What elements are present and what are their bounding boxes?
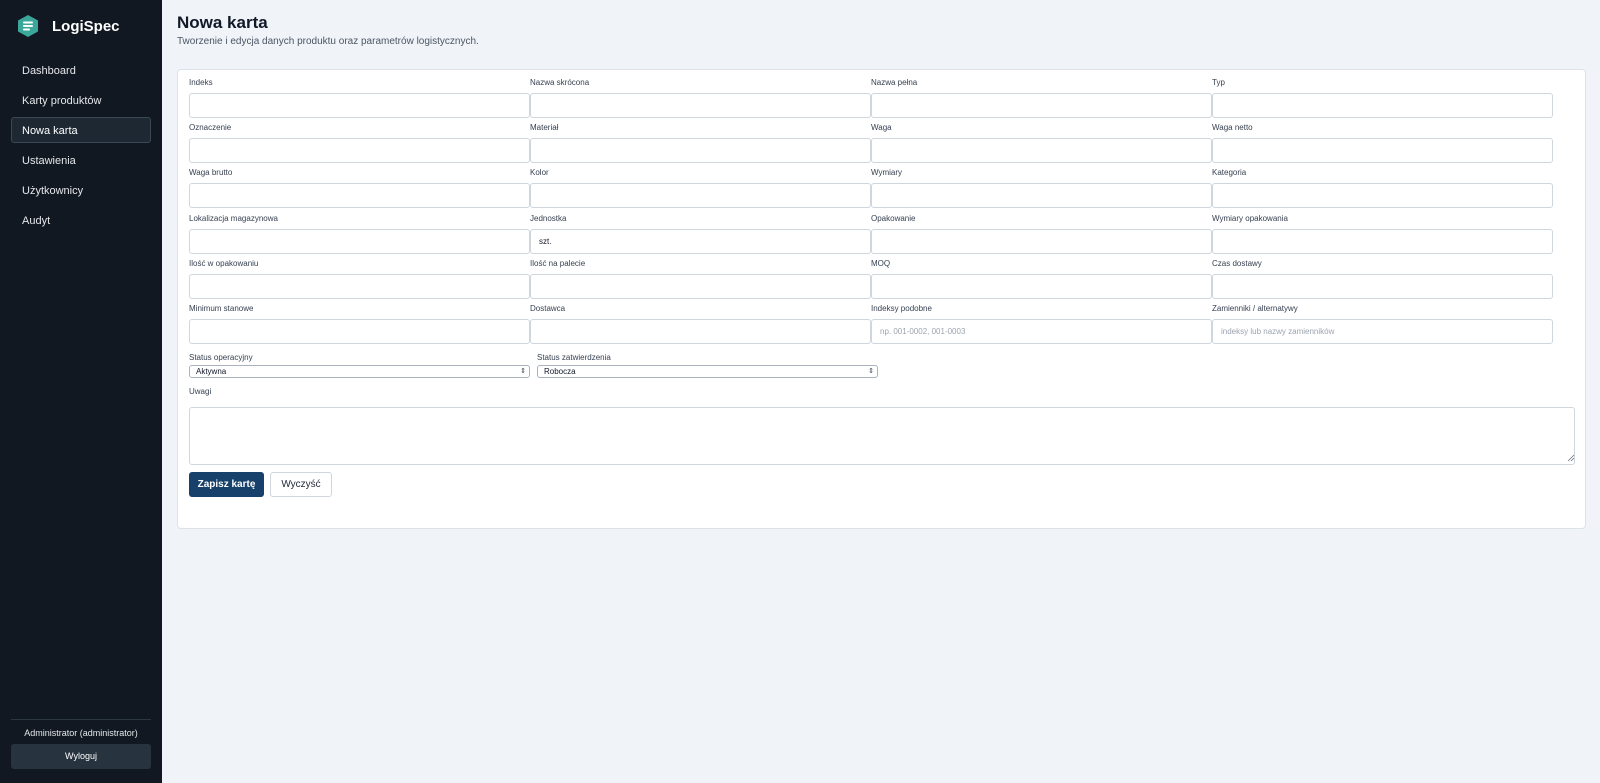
- indeks-input[interactable]: [189, 93, 530, 118]
- ilosc-na-palecie-input[interactable]: [530, 274, 871, 299]
- dostawca-input[interactable]: [530, 319, 871, 344]
- indeks-label: Indeks: [189, 78, 213, 87]
- waga-netto-label: Waga netto: [1212, 123, 1253, 132]
- opakowanie-label: Opakowanie: [871, 214, 916, 223]
- uwagi-textarea[interactable]: [189, 407, 1575, 465]
- sidebar-item-uzytkownicy[interactable]: Użytkownicy: [11, 177, 151, 203]
- minimum-stanowe-input[interactable]: [189, 319, 530, 344]
- status-zatwierdzenia-value: Robocza: [544, 367, 576, 376]
- kategoria-label: Kategoria: [1212, 168, 1247, 177]
- waga-brutto-input[interactable]: [189, 183, 530, 208]
- material-label: Materiał: [530, 123, 559, 132]
- select-arrows-icon: ⇕: [868, 368, 874, 375]
- page-subtitle: Tworzenie i edycja danych produktu oraz …: [177, 36, 479, 47]
- nazwa-skrocona-label: Nazwa skrócona: [530, 78, 590, 87]
- ilosc-w-opakowaniu-label: Ilość w opakowaniu: [189, 259, 259, 268]
- czas-dostawy-input[interactable]: [1212, 274, 1553, 299]
- typ-label: Typ: [1212, 78, 1225, 87]
- sidebar: LogiSpec Dashboard Karty produktów Nowa …: [0, 0, 162, 783]
- sidebar-item-ustawienia[interactable]: Ustawienia: [11, 147, 151, 173]
- zamienniki-alternatywy-label: Zamienniki / alternatywy: [1212, 304, 1298, 313]
- page-title: Nowa karta: [177, 13, 268, 32]
- kolor-label: Kolor: [530, 168, 549, 177]
- sidebar-item-nowa-karta[interactable]: Nowa karta: [11, 117, 151, 143]
- sidebar-item-karty-produktow[interactable]: Karty produktów: [11, 87, 151, 113]
- lokalizacja-magazynowa-label: Lokalizacja magazynowa: [189, 214, 278, 223]
- oznaczenie-label: Oznaczenie: [189, 123, 232, 132]
- waga-netto-input[interactable]: [1212, 138, 1553, 163]
- nazwa-pelna-label: Nazwa pełna: [871, 78, 918, 87]
- sidebar-item-audyt[interactable]: Audyt: [11, 207, 151, 233]
- material-input[interactable]: [530, 138, 871, 163]
- minimum-stanowe-label: Minimum stanowe: [189, 304, 254, 313]
- logout-button[interactable]: Wyloguj: [11, 744, 151, 769]
- app-name: LogiSpec: [52, 17, 120, 35]
- lokalizacja-magazynowa-input[interactable]: [189, 229, 530, 254]
- kolor-input[interactable]: [530, 183, 871, 208]
- ilosc-w-opakowaniu-input[interactable]: [189, 274, 530, 299]
- save-card-button[interactable]: Zapisz kartę: [189, 472, 264, 497]
- kategoria-input[interactable]: [1212, 183, 1553, 208]
- wymiary-input[interactable]: [871, 183, 1212, 208]
- moq-input[interactable]: [871, 274, 1212, 299]
- moq-label: MOQ: [871, 259, 891, 268]
- uwagi-label: Uwagi: [189, 387, 212, 396]
- sidebar-divider: [11, 719, 151, 720]
- dostawca-label: Dostawca: [530, 304, 566, 313]
- status-operacyjny-value: Aktywna: [196, 367, 227, 376]
- status-operacyjny-label: Status operacyjny: [189, 353, 253, 362]
- current-user-label: Administrator (administrator): [24, 728, 138, 738]
- czas-dostawy-label: Czas dostawy: [1212, 259, 1262, 268]
- status-operacyjny-select[interactable]: Aktywna ⇕: [189, 365, 530, 378]
- indeksy-podobne-label: Indeksy podobne: [871, 304, 932, 313]
- status-zatwierdzenia-label: Status zatwierdzenia: [537, 353, 611, 362]
- zamienniki-alternatywy-input[interactable]: [1212, 319, 1553, 344]
- select-arrows-icon: ⇕: [520, 368, 526, 375]
- opakowanie-input[interactable]: [871, 229, 1212, 254]
- sidebar-item-dashboard[interactable]: Dashboard: [11, 57, 151, 83]
- wymiary-label: Wymiary: [871, 168, 903, 177]
- waga-input[interactable]: [871, 138, 1212, 163]
- status-zatwierdzenia-select[interactable]: Robocza ⇕: [537, 365, 878, 378]
- wymiary-opakowania-label: Wymiary opakowania: [1212, 214, 1288, 223]
- main-content: Nowa karta Tworzenie i edycja danych pro…: [162, 0, 1600, 783]
- nazwa-skrocona-input[interactable]: [530, 93, 871, 118]
- indeksy-podobne-input[interactable]: [871, 319, 1212, 344]
- logispec-logo-icon: [18, 15, 38, 37]
- sidebar-nav: Dashboard Karty produktów Nowa karta Ust…: [11, 57, 151, 237]
- waga-label: Waga: [871, 123, 892, 132]
- wymiary-opakowania-input[interactable]: [1212, 229, 1553, 254]
- resize-grip-icon[interactable]: [1567, 454, 1575, 462]
- clear-button[interactable]: Wyczyść: [270, 472, 332, 497]
- ilosc-na-palecie-label: Ilość na palecie: [530, 259, 586, 268]
- brand[interactable]: LogiSpec: [16, 14, 120, 38]
- waga-brutto-label: Waga brutto: [189, 168, 233, 177]
- nazwa-pelna-input[interactable]: [871, 93, 1212, 118]
- jednostka-input[interactable]: [530, 229, 871, 254]
- typ-input[interactable]: [1212, 93, 1553, 118]
- jednostka-label: Jednostka: [530, 214, 567, 223]
- product-form-card: Indeks Nazwa skrócona Nazwa pełna Typ Oznacz…: [177, 69, 1586, 529]
- oznaczenie-input[interactable]: [189, 138, 530, 163]
